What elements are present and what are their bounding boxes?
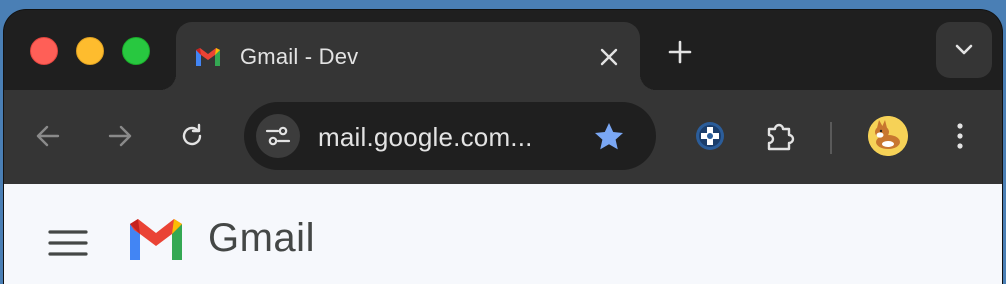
tab-title: Gmail - Dev bbox=[240, 44, 359, 69]
browser-window: Gmail - Dev mail.google.com... Gmail bbox=[4, 10, 1002, 284]
extension-button[interactable] bbox=[690, 116, 730, 156]
star-icon[interactable] bbox=[592, 120, 626, 154]
forward-button[interactable] bbox=[100, 116, 140, 156]
reload-button[interactable] bbox=[172, 116, 212, 156]
puzzle-icon bbox=[767, 123, 795, 151]
shield-cross-icon bbox=[696, 122, 724, 150]
window-close-button[interactable] bbox=[30, 37, 58, 65]
gmail-m-icon bbox=[196, 48, 220, 66]
tab-close-button[interactable] bbox=[596, 44, 622, 70]
gmail-header: Gmail bbox=[4, 184, 1002, 284]
toolbar: mail.google.com... bbox=[4, 90, 1002, 184]
close-icon bbox=[600, 48, 618, 66]
plus-icon bbox=[668, 40, 692, 64]
tab-strip: Gmail - Dev bbox=[4, 10, 1002, 90]
back-button[interactable] bbox=[28, 116, 68, 156]
tune-icon bbox=[265, 126, 291, 146]
toolbar-divider bbox=[830, 122, 832, 154]
kebab-menu-icon bbox=[957, 123, 963, 149]
tab-search-button[interactable] bbox=[936, 22, 992, 78]
new-tab-button[interactable] bbox=[664, 36, 696, 68]
address-bar[interactable]: mail.google.com... bbox=[244, 102, 656, 170]
extensions-menu-button[interactable] bbox=[760, 116, 800, 156]
chevron-down-icon bbox=[955, 44, 973, 55]
arrow-right-icon bbox=[108, 125, 132, 147]
site-info-button[interactable] bbox=[256, 114, 300, 158]
gmail-brand: Gmail bbox=[208, 216, 315, 260]
window-zoom-button[interactable] bbox=[122, 37, 150, 65]
tab-gmail-dev[interactable]: Gmail - Dev bbox=[160, 22, 656, 90]
reload-icon bbox=[182, 123, 202, 146]
corgi-avatar-icon bbox=[868, 116, 908, 156]
browser-menu-button[interactable] bbox=[940, 116, 980, 156]
gmail-logo-icon[interactable] bbox=[126, 216, 186, 262]
profile-avatar[interactable] bbox=[868, 116, 908, 156]
window-minimize-button[interactable] bbox=[76, 37, 104, 65]
hamburger-icon[interactable] bbox=[48, 228, 88, 258]
arrow-left-icon bbox=[36, 125, 60, 147]
url-text[interactable]: mail.google.com... bbox=[318, 122, 533, 153]
